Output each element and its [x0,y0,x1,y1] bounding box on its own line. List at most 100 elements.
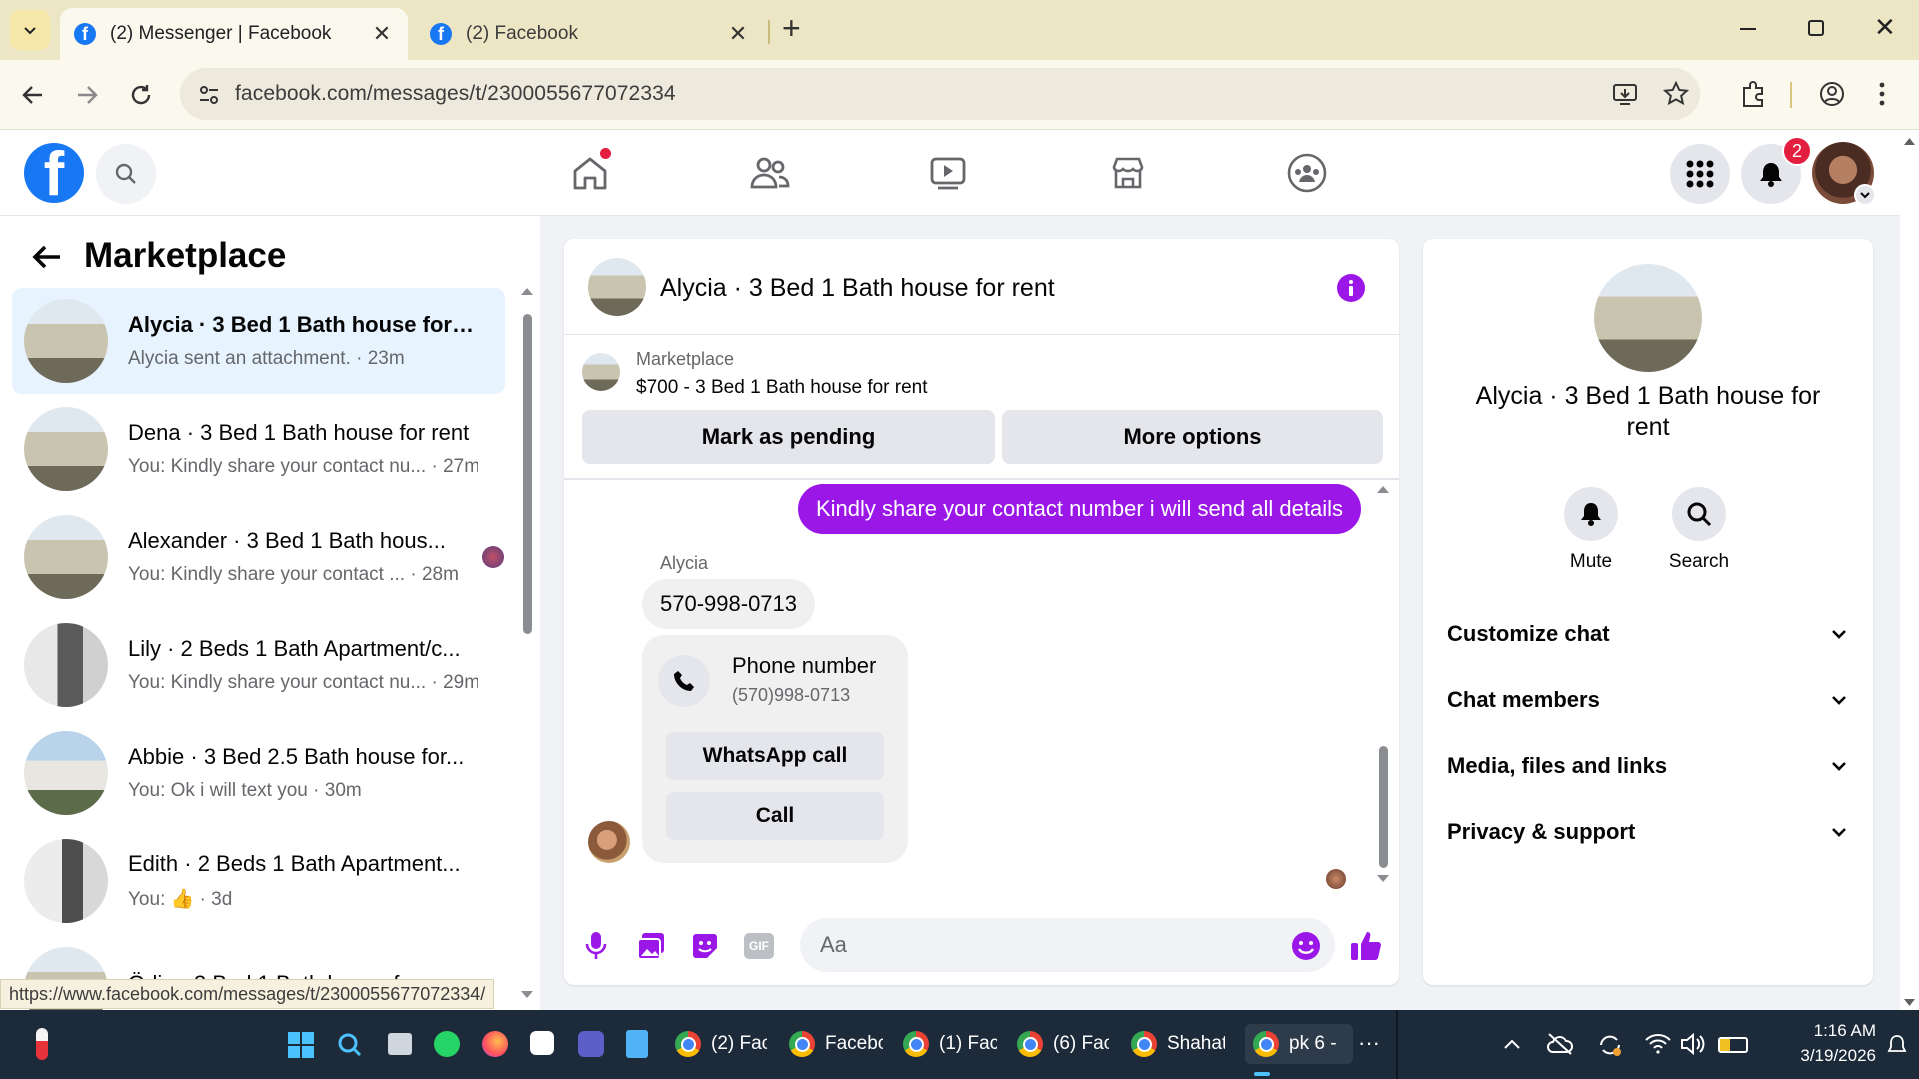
scroll-down-icon[interactable] [520,990,534,1000]
account-chevron[interactable] [1854,184,1876,206]
chat-members-row[interactable]: Chat members [1447,680,1847,720]
site-info-icon[interactable] [198,84,220,106]
scroll-up-icon[interactable] [1376,484,1390,494]
nav-friends[interactable] [740,148,800,198]
close-tab-icon[interactable]: ✕ [370,21,394,47]
tab-messenger[interactable]: f (2) Messenger | Facebook ✕ [60,8,408,60]
close-window-button[interactable]: ✕ [1874,12,1896,43]
restore-button[interactable] [1808,20,1824,36]
bookmark-star-icon[interactable] [1663,81,1689,107]
listing-text[interactable]: $700 - 3 Bed 1 Bath house for rent [636,377,928,399]
browser-menu-icon[interactable] [1876,80,1888,108]
listing-thumbnail[interactable] [582,353,620,391]
scroll-thumb[interactable] [1379,746,1388,868]
new-tab-button[interactable]: + [782,10,801,47]
media-files-links-row[interactable]: Media, files and links [1447,746,1847,786]
taskbar-chrome-window[interactable]: (6) Fac [1017,1024,1109,1064]
cloud-offline-icon[interactable] [1546,1032,1574,1056]
back-arrow-icon[interactable] [30,242,64,272]
taskbar-chrome-window-active[interactable]: pk 6 - [1245,1024,1353,1064]
task-view-icon[interactable] [388,1033,412,1055]
page-scrollbar[interactable] [1900,130,1919,1010]
close-tab-icon[interactable]: ✕ [726,21,750,47]
conversation-item[interactable]: Alexander · 3 Bed 1 Bath hous... You: Kin… [12,504,505,610]
minimize-button[interactable] [1740,28,1756,30]
nav-watch[interactable] [918,148,978,198]
phone-number-card: Phone number (570)998-0713 WhatsApp call… [642,635,908,863]
extensions-icon[interactable] [1740,80,1768,108]
scroll-down-icon[interactable] [1376,874,1390,884]
taskbar-chrome-window[interactable]: (1) Face [903,1024,997,1064]
scroll-down-icon[interactable] [1903,998,1916,1008]
taskbar-chrome-window[interactable]: Shahat [1131,1024,1225,1064]
clock-time[interactable]: 1:16 AM [1790,1021,1876,1041]
conversation-item[interactable]: Alycia · 3 Bed 1 Bath house for r... Alyc… [12,288,505,394]
chat-list-scrollbar[interactable] [520,286,534,998]
wifi-icon[interactable] [1645,1034,1671,1054]
emoji-icon[interactable] [1291,931,1321,961]
sticker-icon[interactable] [690,931,720,961]
outgoing-message[interactable]: Kindly share your contact number i will … [797,484,1361,534]
mark-as-pending-button[interactable]: Mark as pending [582,410,995,464]
privacy-support-row[interactable]: Privacy & support [1447,812,1847,852]
tab-search-dropdown-button[interactable] [10,10,50,50]
scroll-up-icon[interactable] [520,286,534,296]
battery-icon[interactable] [1718,1037,1748,1053]
customize-chat-row[interactable]: Customize chat [1447,614,1847,654]
microphone-icon[interactable] [584,931,608,961]
volume-icon[interactable] [1680,1032,1706,1056]
start-button[interactable] [288,1032,314,1058]
taskbar-chrome-window[interactable]: (2) Fac [675,1024,767,1064]
gif-icon[interactable]: GIF [744,933,774,959]
whatsapp-icon[interactable] [434,1031,460,1057]
reload-icon[interactable] [128,82,154,108]
profile-icon[interactable] [1818,80,1846,108]
scroll-up-icon[interactable] [1903,136,1916,146]
nav-marketplace[interactable] [1098,148,1158,198]
back-arrow-icon[interactable] [20,82,46,108]
tab-facebook[interactable]: f (2) Facebook ✕ [416,8,764,60]
forward-arrow-icon[interactable] [74,82,100,108]
conversation-avatar[interactable] [1594,264,1702,372]
browser-tab-bar: f (2) Messenger | Facebook ✕ f (2) Faceb… [0,0,1919,60]
photo-icon[interactable] [636,931,666,961]
thumbs-up-icon[interactable] [1349,929,1383,963]
capcut-icon[interactable] [530,1031,554,1055]
messages-scrollbar[interactable] [1376,484,1390,884]
search-icon[interactable] [337,1032,363,1058]
scroll-thumb[interactable] [523,314,532,634]
message-input[interactable]: Aa [800,918,1335,972]
notification-center-icon[interactable] [1886,1034,1908,1056]
search-in-conversation-button[interactable]: Search [1649,487,1749,573]
conversation-item[interactable]: Dena · 3 Bed 1 Bath house for rent You: K… [12,396,505,502]
address-bar[interactable]: facebook.com/messages/t/2300055677072334 [180,68,1700,120]
sync-icon[interactable] [1597,1032,1623,1058]
taskbar-chrome-window[interactable]: Facebc [789,1024,883,1064]
chat-avatar[interactable] [588,258,646,316]
mute-button[interactable]: Mute [1541,487,1641,573]
conversation-item[interactable]: Edith · 2 Beds 1 Bath Apartment... You: 👍… [12,828,505,934]
taskbar-overflow-button[interactable]: ··· [1358,1030,1380,1056]
nav-groups[interactable] [1277,148,1337,198]
call-button[interactable]: Call [666,792,884,840]
conversation-item[interactable]: Lily · 2 Beds 1 Bath Apartment/c... You: … [12,612,505,718]
chevron-up-icon[interactable] [1503,1038,1521,1050]
whatsapp-call-button[interactable]: WhatsApp call [666,732,884,780]
facebook-logo[interactable]: f [24,143,84,203]
conversation-item[interactable]: Abbie · 3 Bed 2.5 Bath house for... You: … [12,720,505,826]
firefox-icon[interactable] [482,1031,508,1057]
more-options-button[interactable]: More options [1002,410,1383,464]
chat-title[interactable]: Alycia · 3 Bed 1 Bath house for rent [660,274,1055,303]
info-icon[interactable] [1336,273,1366,303]
install-app-icon[interactable] [1612,81,1638,107]
menu-button[interactable] [1670,144,1730,204]
incoming-message[interactable]: 570-998-0713 [642,579,816,629]
sender-avatar[interactable] [588,821,630,863]
notepad-icon[interactable] [626,1030,648,1058]
nav-home[interactable] [560,148,620,198]
row-label: Privacy & support [1447,819,1636,844]
facebook-search-button[interactable] [96,144,156,204]
teams-icon[interactable] [578,1031,604,1057]
thermometer-widget-icon[interactable] [36,1028,48,1060]
clock-date[interactable]: 3/19/2026 [1766,1046,1876,1066]
